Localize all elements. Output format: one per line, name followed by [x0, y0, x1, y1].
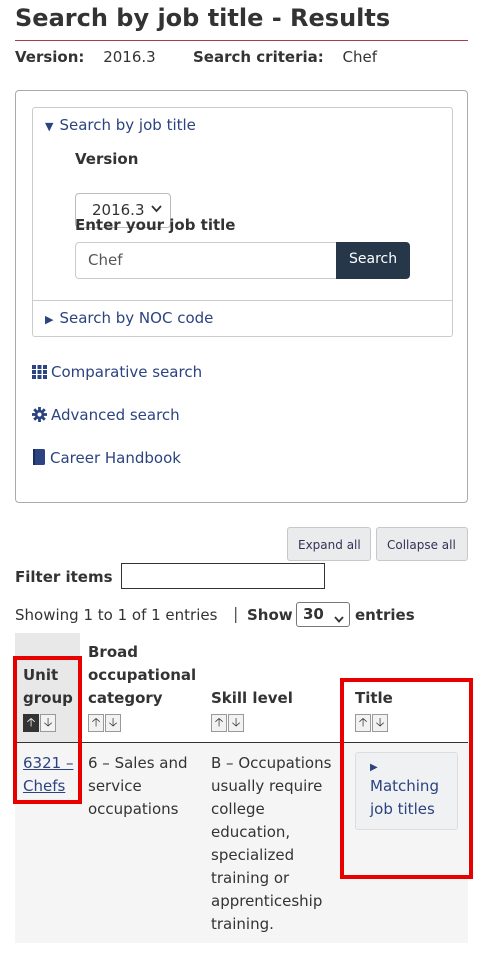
cell-skill-level: B – Occupations usually require college …	[211, 752, 331, 936]
grid-icon	[32, 365, 47, 383]
version-label: Version	[75, 150, 139, 168]
skill-line8: training.	[211, 915, 274, 933]
search-button[interactable]: Search	[336, 242, 410, 279]
broad-sort-controls[interactable]: 🡡 🡣	[88, 714, 122, 732]
search-by-title-label: Search by job title	[59, 116, 196, 134]
highlight-box-unit-group	[13, 656, 82, 804]
highlight-box-title	[340, 678, 473, 879]
sort-descending-icon[interactable]: 🡣	[105, 714, 121, 732]
info-separator: |	[233, 604, 239, 623]
skill-sort-controls[interactable]: 🡡 🡣	[211, 714, 245, 732]
sort-ascending-icon[interactable]: 🡡	[211, 714, 227, 732]
skill-line7: apprenticeship	[211, 892, 323, 910]
entries-label: entries	[355, 606, 415, 624]
comparative-search-label: Comparative search	[51, 363, 203, 381]
showing-entries-text: Showing 1 to 1 of 1 entries	[15, 606, 218, 624]
filter-label: Filter items	[15, 568, 113, 586]
job-title-label: Enter your job title	[75, 216, 236, 234]
gear-icon	[32, 407, 47, 426]
accordion-divider	[33, 300, 452, 301]
job-title-input[interactable]: Chef	[75, 242, 337, 279]
cell-broad-category: 6 – Sales and service occupations	[88, 752, 188, 821]
skill-line1: B – Occupations	[211, 754, 332, 772]
criteria-meta-value: Chef	[342, 48, 378, 66]
search-by-noc-label: Search by NOC code	[59, 309, 214, 327]
skill-line4: education,	[211, 823, 291, 841]
career-handbook-link[interactable]: Career Handbook	[32, 449, 181, 469]
broad-line1: 6 – Sales and	[88, 754, 188, 772]
expand-all-button[interactable]: Expand all	[287, 527, 371, 561]
triangle-down-icon: ▼	[45, 120, 54, 133]
header-broad-category[interactable]: Broad occupational category	[88, 641, 196, 710]
version-meta-value: 2016.3	[103, 48, 156, 66]
search-by-noc-toggle[interactable]: ▶ Search by NOC code	[45, 309, 213, 327]
header-broad-line2: occupational	[88, 666, 197, 684]
header-skill-level[interactable]: Skill level	[211, 687, 293, 710]
broad-line3: occupations	[88, 800, 179, 818]
book-icon	[32, 449, 46, 469]
skill-line3: college	[211, 800, 265, 818]
header-broad-line1: Broad	[88, 643, 138, 661]
page-length-select[interactable]: 30	[296, 602, 350, 627]
version-meta-label: Version:	[15, 48, 85, 66]
comparative-search-link[interactable]: Comparative search	[32, 363, 202, 383]
filter-input[interactable]	[121, 563, 325, 589]
broad-line2: service	[88, 777, 142, 795]
advanced-search-label: Advanced search	[51, 406, 180, 424]
skill-line6: training or	[211, 869, 290, 887]
version-meta: Version: 2016.3	[15, 48, 156, 66]
search-by-title-toggle[interactable]: ▼ Search by job title	[45, 116, 196, 134]
triangle-right-icon: ▶	[45, 313, 54, 326]
chevron-down-icon	[334, 609, 344, 627]
career-handbook-label: Career Handbook	[50, 449, 181, 467]
criteria-meta-label: Search criteria:	[193, 48, 324, 66]
title-rule	[15, 40, 468, 41]
header-broad-line3: category	[88, 689, 163, 707]
page-title: Search by job title - Results	[15, 4, 391, 32]
criteria-meta: Search criteria: Chef	[193, 48, 377, 66]
sort-ascending-icon[interactable]: 🡡	[88, 714, 104, 732]
search-panel: ▼ Search by job title Version 2016.3 Ente…	[15, 90, 468, 503]
chevron-down-icon	[151, 202, 162, 216]
skill-line2: usually require	[211, 777, 323, 795]
collapse-all-button[interactable]: Collapse all	[376, 527, 468, 561]
show-label: Show	[247, 606, 293, 624]
skill-line5: specialized	[211, 846, 295, 864]
advanced-search-link[interactable]: Advanced search	[32, 406, 180, 426]
search-accordion: ▼ Search by job title Version 2016.3 Ente…	[32, 107, 453, 337]
page-length-value: 30	[303, 605, 324, 623]
sort-descending-icon[interactable]: 🡣	[228, 714, 244, 732]
